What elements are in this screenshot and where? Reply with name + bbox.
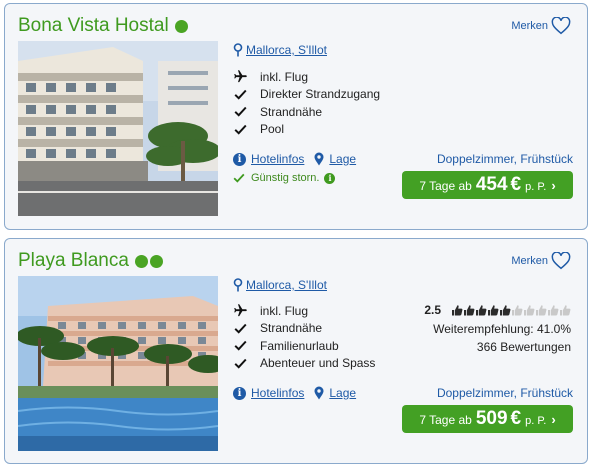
plane-icon — [233, 303, 248, 318]
price-button[interactable]: 7 Tage ab 509 € p. P. › — [402, 405, 573, 433]
cancellation-info: Günstig storn. i — [233, 172, 336, 184]
hotel-title[interactable]: Playa Blanca — [18, 250, 129, 272]
hotel-card: Bona Vista Hostal Merken Mallorca, S'Ill… — [4, 3, 588, 230]
thumbs-rating — [451, 304, 571, 316]
check-icon — [233, 173, 245, 183]
thumb-empty-icon — [560, 305, 571, 316]
thumb-empty-icon — [524, 305, 535, 316]
merken-button[interactable]: Merken — [511, 17, 571, 35]
map-pin-icon — [314, 386, 324, 400]
hotel-photo[interactable] — [18, 41, 218, 216]
feature-label: Abenteuer und Spass — [260, 356, 376, 371]
hotelinfos-link[interactable]: Hotelinfos — [251, 386, 304, 400]
chevron-right-icon: › — [551, 412, 556, 427]
hotel-title[interactable]: Bona Vista Hostal — [18, 15, 169, 37]
location-pin-icon — [233, 43, 243, 57]
feature-label: Strandnähe — [260, 104, 323, 119]
price-prefix: 7 Tage ab — [419, 179, 472, 193]
price-amount: 454 — [475, 174, 508, 195]
category-dot-icon — [174, 19, 188, 33]
feature-label: Strandnähe — [260, 321, 323, 336]
price-currency: € — [510, 408, 522, 429]
feature-label: Pool — [260, 122, 285, 137]
feature-label: inkl. Flug — [260, 69, 309, 84]
hotel-links: i Hotelinfos Lage — [233, 386, 356, 400]
check-icon — [233, 104, 248, 119]
hotel-links: i Hotelinfos Lage — [233, 152, 356, 166]
feature-item: Strandnähe — [233, 320, 375, 338]
price-button[interactable]: 7 Tage ab 454 € p. P. › — [402, 171, 573, 199]
location: Mallorca, S'Illot — [233, 278, 327, 292]
price-prefix: 7 Tage ab — [419, 413, 472, 427]
heart-icon — [551, 252, 571, 270]
price-per-person: p. P. — [525, 181, 547, 193]
category-dot-icon — [149, 254, 163, 268]
category-dot-icon — [134, 254, 148, 268]
feature-item: Strandnähe — [233, 103, 380, 121]
merken-label: Merken — [511, 255, 548, 267]
feature-item: inkl. Flug — [233, 68, 380, 86]
guest-rating: 2.5 — [424, 303, 571, 317]
info-icon[interactable]: i — [324, 172, 336, 184]
price-per-person: p. P. — [525, 415, 547, 427]
recommendation-rate: Weiterempfehlung: 41.0% — [433, 322, 571, 336]
price-currency: € — [510, 174, 522, 195]
cancellation-label: Günstig storn. — [251, 172, 320, 184]
check-icon — [233, 122, 248, 137]
location-pin-icon — [233, 278, 243, 292]
heart-icon — [551, 17, 571, 35]
thumb-empty-icon — [536, 305, 547, 316]
feature-item: Abenteuer und Spass — [233, 355, 375, 373]
thumb-filled-icon — [500, 305, 511, 316]
thumb-empty-icon — [512, 305, 523, 316]
feature-label: inkl. Flug — [260, 303, 309, 318]
feature-label: Familienurlaub — [260, 338, 339, 353]
merken-label: Merken — [511, 20, 548, 32]
thumb-filled-icon — [476, 305, 487, 316]
check-icon — [233, 87, 248, 102]
map-pin-icon — [314, 152, 324, 166]
merken-button[interactable]: Merken — [511, 252, 571, 270]
room-type: Doppelzimmer, Frühstück — [436, 152, 573, 166]
check-icon — [233, 356, 248, 371]
hotel-photo[interactable] — [18, 276, 218, 451]
hotel-card: Playa Blanca Merken Mallorca, S'Illot in… — [4, 238, 588, 464]
location-link[interactable]: Mallorca, S'Illot — [246, 43, 327, 57]
location-link[interactable]: Mallorca, S'Illot — [246, 278, 327, 292]
hotel-category-rating — [133, 254, 163, 268]
feature-item: Familienurlaub — [233, 337, 375, 355]
feature-list: inkl. Flug Direkter Strandzugang Strandn… — [233, 68, 380, 138]
thumb-empty-icon — [548, 305, 559, 316]
feature-list: inkl. Flug Strandnähe Familienurlaub Abe… — [233, 302, 375, 372]
hotelinfos-link[interactable]: Hotelinfos — [251, 152, 304, 166]
feature-item: Pool — [233, 121, 380, 139]
plane-icon — [233, 69, 248, 84]
thumb-filled-icon — [464, 305, 475, 316]
feature-label: Direkter Strandzugang — [260, 87, 381, 102]
thumb-filled-icon — [452, 305, 463, 316]
info-icon: i — [233, 386, 246, 400]
hotel-category-rating — [173, 19, 188, 33]
feature-item: Direkter Strandzugang — [233, 86, 380, 104]
thumb-filled-icon — [488, 305, 499, 316]
lage-link[interactable]: Lage — [329, 386, 356, 400]
info-icon: i — [233, 152, 246, 166]
review-count[interactable]: 366 Bewertungen — [477, 340, 571, 354]
location: Mallorca, S'Illot — [233, 43, 327, 57]
chevron-right-icon: › — [551, 178, 556, 193]
lage-link[interactable]: Lage — [329, 152, 356, 166]
hotel-title-row: Bona Vista Hostal — [18, 15, 188, 37]
feature-item: inkl. Flug — [233, 302, 375, 320]
hotel-title-row: Playa Blanca — [18, 250, 163, 272]
rating-score: 2.5 — [424, 303, 441, 317]
check-icon — [233, 338, 248, 353]
room-type: Doppelzimmer, Frühstück — [436, 386, 573, 400]
price-amount: 509 — [475, 408, 508, 429]
check-icon — [233, 321, 248, 336]
